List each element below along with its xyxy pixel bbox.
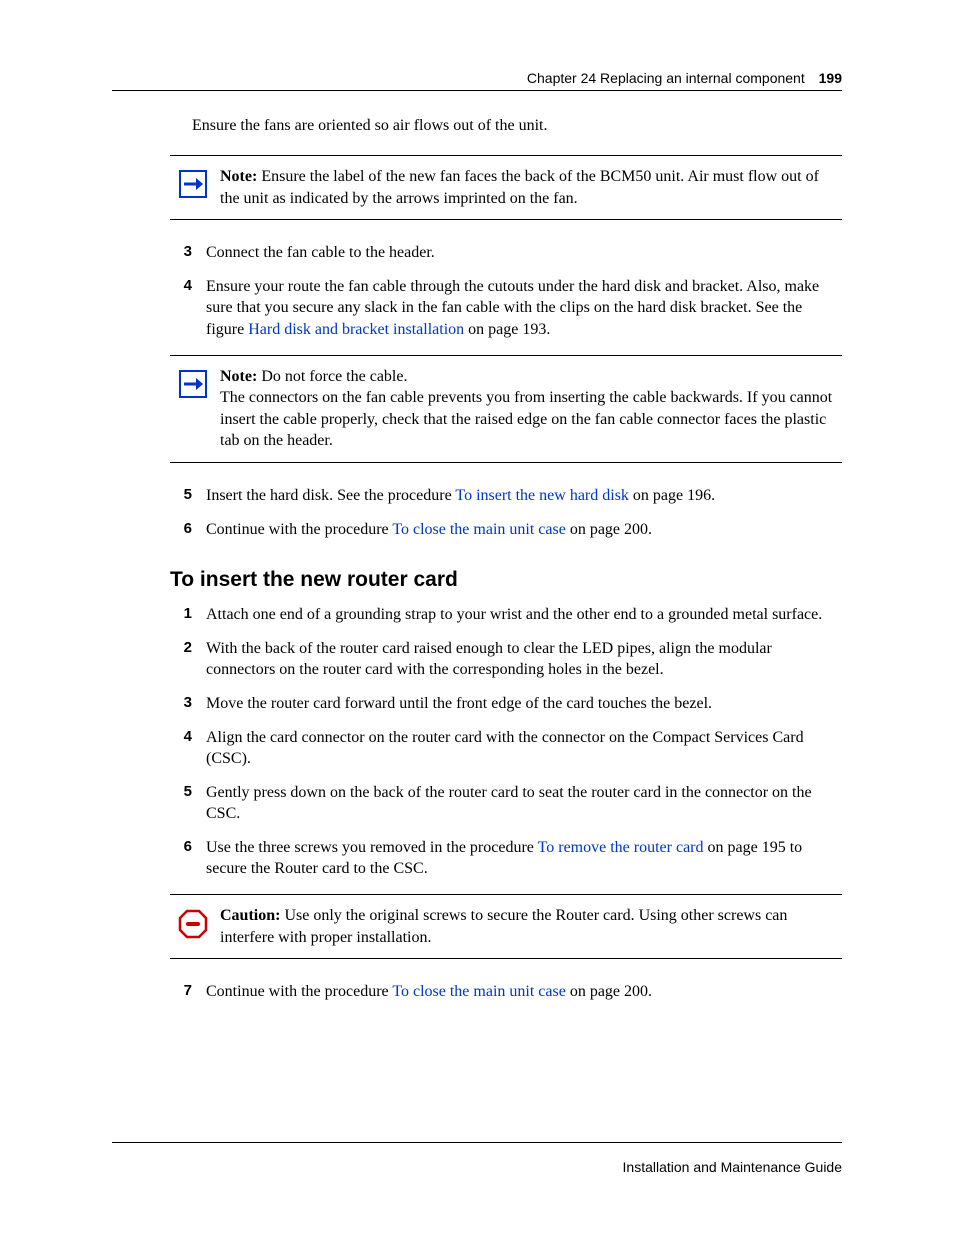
caution-label: Caution: bbox=[220, 907, 280, 924]
chapter-title: Chapter 24 Replacing an internal compone… bbox=[527, 70, 805, 86]
step-body: Align the card connector on the router c… bbox=[206, 727, 842, 770]
step-body: Gently press down on the back of the rou… bbox=[206, 782, 842, 825]
step-3b: 3 Move the router card forward until the… bbox=[170, 693, 842, 715]
step-number: 6 bbox=[170, 837, 192, 857]
steps-group-a: 3 Connect the fan cable to the header. 4… bbox=[170, 242, 842, 340]
step-number: 3 bbox=[170, 242, 192, 262]
page-number: 199 bbox=[819, 70, 842, 86]
step-body: Move the router card forward until the f… bbox=[206, 693, 842, 715]
steps-group-c: 1 Attach one end of a grounding strap to… bbox=[170, 604, 842, 880]
arrow-right-icon bbox=[170, 366, 216, 398]
step-6b: 6 Use the three screws you removed in th… bbox=[170, 837, 842, 880]
step-body: Attach one end of a grounding strap to y… bbox=[206, 604, 842, 626]
step-number: 3 bbox=[170, 693, 192, 713]
arrow-right-icon bbox=[170, 166, 216, 198]
step-number: 4 bbox=[170, 276, 192, 296]
step-number: 6 bbox=[170, 519, 192, 539]
step-number: 5 bbox=[170, 485, 192, 505]
step-body: Ensure your route the fan cable through … bbox=[206, 276, 842, 341]
link-hard-disk-bracket[interactable]: Hard disk and bracket installation bbox=[248, 321, 464, 338]
step-body: Continue with the procedure To close the… bbox=[206, 981, 842, 1003]
note-text: Ensure the label of the new fan faces th… bbox=[220, 168, 819, 207]
step-4b: 4 Align the card connector on the router… bbox=[170, 727, 842, 770]
step-body: With the back of the router card raised … bbox=[206, 638, 842, 681]
step-number: 2 bbox=[170, 638, 192, 658]
stop-icon bbox=[170, 905, 216, 939]
note-text-2: The connectors on the fan cable prevents… bbox=[220, 389, 832, 449]
step-6: 6 Continue with the procedure To close t… bbox=[170, 519, 842, 541]
note-body: Note: Ensure the label of the new fan fa… bbox=[216, 166, 842, 209]
step-body: Use the three screws you removed in the … bbox=[206, 837, 842, 880]
link-close-main-unit-2[interactable]: To close the main unit case bbox=[392, 983, 566, 1000]
step-4: 4 Ensure your route the fan cable throug… bbox=[170, 276, 842, 341]
note-label: Note: bbox=[220, 368, 257, 385]
footer-text: Installation and Maintenance Guide bbox=[623, 1159, 842, 1175]
note-label: Note: bbox=[220, 168, 257, 185]
note-callout-1: Note: Ensure the label of the new fan fa… bbox=[170, 155, 842, 220]
step-5b: 5 Gently press down on the back of the r… bbox=[170, 782, 842, 825]
caution-text: Use only the original screws to secure t… bbox=[220, 907, 787, 946]
step-number: 4 bbox=[170, 727, 192, 747]
step-body: Continue with the procedure To close the… bbox=[206, 519, 842, 541]
intro-text: Ensure the fans are oriented so air flow… bbox=[192, 117, 842, 135]
caution-body: Caution: Use only the original screws to… bbox=[216, 905, 842, 948]
note-text-1: Do not force the cable. bbox=[257, 368, 407, 385]
step-2: 2 With the back of the router card raise… bbox=[170, 638, 842, 681]
step-number: 7 bbox=[170, 981, 192, 1001]
step-1: 1 Attach one end of a grounding strap to… bbox=[170, 604, 842, 626]
step-5: 5 Insert the hard disk. See the procedur… bbox=[170, 485, 842, 507]
steps-group-d: 7 Continue with the procedure To close t… bbox=[170, 981, 842, 1003]
link-insert-hard-disk[interactable]: To insert the new hard disk bbox=[455, 487, 629, 504]
step-body: Insert the hard disk. See the procedure … bbox=[206, 485, 842, 507]
note-callout-2: Note: Do not force the cable. The connec… bbox=[170, 355, 842, 463]
steps-group-b: 5 Insert the hard disk. See the procedur… bbox=[170, 485, 842, 540]
page-footer: Installation and Maintenance Guide bbox=[112, 1142, 842, 1175]
step-3: 3 Connect the fan cable to the header. bbox=[170, 242, 842, 264]
step-number: 5 bbox=[170, 782, 192, 802]
link-remove-router-card[interactable]: To remove the router card bbox=[538, 839, 704, 856]
step-7: 7 Continue with the procedure To close t… bbox=[170, 981, 842, 1003]
step-number: 1 bbox=[170, 604, 192, 624]
page-header: Chapter 24 Replacing an internal compone… bbox=[112, 70, 842, 91]
section-heading: To insert the new router card bbox=[170, 568, 842, 592]
step-body: Connect the fan cable to the header. bbox=[206, 242, 842, 264]
link-close-main-unit[interactable]: To close the main unit case bbox=[392, 521, 566, 538]
caution-callout: Caution: Use only the original screws to… bbox=[170, 894, 842, 959]
page: Chapter 24 Replacing an internal compone… bbox=[0, 0, 954, 1235]
note-body: Note: Do not force the cable. The connec… bbox=[216, 366, 842, 452]
content: Ensure the fans are oriented so air flow… bbox=[112, 117, 842, 1003]
